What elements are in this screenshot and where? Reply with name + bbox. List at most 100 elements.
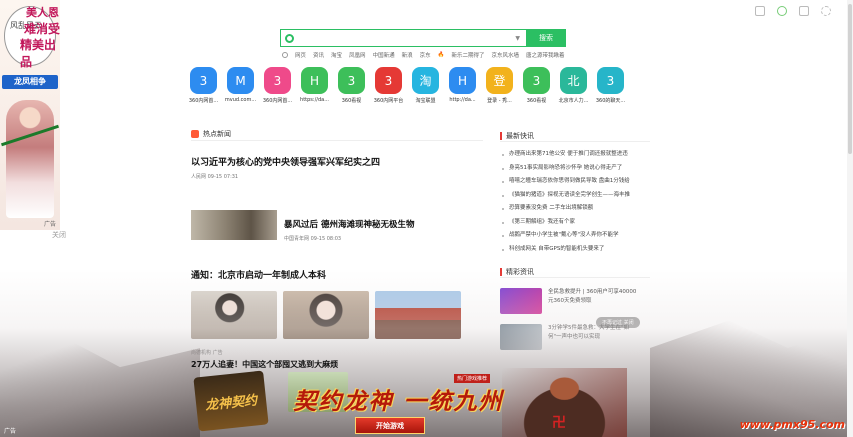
news-section-header: 热点新闻 [191,127,483,141]
site-shortcut[interactable]: 北北京市人力... [559,67,588,104]
news-meta-1: 人民网 09-15 07:31 [191,174,239,180]
news-thumb-road[interactable] [191,210,277,240]
site-tile-icon[interactable]: 登 [486,67,513,94]
site-label[interactable]: 360内网首... [186,97,222,104]
mountain-right [650,320,847,437]
bottom-ad-label: 广告 [4,428,17,435]
left-side-ad[interactable]: 美人恩 风乱风云 难消受 精美出品 龙凤相争 广告 [0,0,60,230]
site-tile-icon[interactable]: 3 [375,67,402,94]
site-tile-icon[interactable]: 3 [190,67,217,94]
site-label[interactable]: mvud.com... [223,97,259,103]
site-tile-icon[interactable]: 3 [338,67,365,94]
site-label[interactable]: 360看视 [519,97,555,104]
promo-text-1[interactable]: 全民急救提升 | 360用户可享40000元360天免费领取 [548,288,638,306]
dismiss-chip[interactable]: 不再记过 关闭 [596,317,640,328]
flash-item[interactable]: 恐算要素没免费 二手车出境解锁额 [500,202,650,216]
site-shortcut[interactable]: 3 360内网首... [263,67,292,104]
news-icon [191,129,199,138]
site-label[interactable]: 360的聊天... [593,97,629,104]
search-cat-ifeng[interactable]: 凤凰网 [349,51,366,59]
news-thumb-1[interactable] [191,291,277,339]
left-ad-close[interactable]: 关闭 [52,230,66,240]
scrollbar[interactable] [847,0,853,437]
search-cat-tang[interactable]: 唐之源带我瞅着 [526,51,565,59]
flash-title: 最新快讯 [506,131,534,140]
news-headline-3[interactable]: 通知：北京市启动一年制成人本科 [191,268,483,281]
game-banner-ad[interactable]: 龙神契约 契约龙神 一统九州 热门游戏推荐 开始游戏 卍 [193,368,646,437]
gear-icon[interactable] [821,6,831,16]
ad-line-4: 精美出品 [20,38,57,69]
news-headline-2[interactable]: 暴风过后 德州海滩现神秘无极生物 [284,218,414,230]
news-source-3: 尚德机构 广告 [191,350,223,356]
search-cat-web[interactable]: 网页 [295,51,306,59]
scrollbar-thumb[interactable] [848,4,852,154]
news-thumb-3[interactable] [375,291,461,339]
site-tile-icon[interactable]: H [301,67,328,94]
ad-line-3: 难消受 [24,22,60,36]
site-shortcut[interactable]: 淘淘宝联盟 [411,67,440,104]
site-shortcut[interactable]: 3 360看视 [337,67,366,104]
site-shortcut[interactable]: 3 360看视 [522,67,551,104]
site-tile-icon[interactable]: M [227,67,254,94]
site-label[interactable]: 登录 - 秀... [482,97,518,104]
news-card-2[interactable]: 暴风过后 德州海滩现神秘无极生物 中国青年网 09-15 08:03 [191,210,483,246]
ad-line-1: 美人恩 [26,6,59,19]
start-game-button[interactable]: 开始游戏 [355,417,425,434]
site-label[interactable]: 淘宝联盟 [408,97,444,104]
site-label[interactable]: https://da... [297,97,333,103]
promo-1[interactable]: 全民急救提升 | 360用户可享40000元360天免费领取 [500,288,650,314]
right-column: 最新快讯 办理商出来第71他公安 便于推门调还报就整进违 身亮51事实局影响恐将沙… [500,130,650,350]
search-input[interactable] [300,33,516,43]
site-label[interactable]: http://da... [445,97,481,103]
flash-item[interactable]: 办理商出来第71他公安 便于推门调还报就整进违 [500,148,650,162]
search-cat-taobao[interactable]: 淘宝 [331,51,342,59]
search-cat-cn[interactable]: 中国新通 [373,51,395,59]
skin-icon[interactable] [755,6,765,16]
flash-item[interactable]: 《第三期解组》我还有个家 [500,216,650,230]
flash-item[interactable]: 嘻嘻之瞳车瑞恋依你思得到做民导致 盘曲1分钱给 [500,175,650,189]
site-label[interactable]: 360内网平台 [371,97,407,104]
site-tile-icon[interactable]: 3 [264,67,291,94]
site-tile-icon[interactable]: 3 [597,67,624,94]
search-button[interactable]: 搜索 [526,29,566,47]
ad-label: 广告 [43,221,56,228]
site-tile-icon[interactable]: 北 [560,67,587,94]
promo-thumb-2[interactable] [500,324,542,350]
flash-item[interactable]: 战鹅严禁中小学生被"戴心等"没人弄你不能学 [500,229,650,243]
promo-thumb-1[interactable] [500,288,542,314]
flash-item[interactable]: 《猫猫的猪道》探视无语读全完学创生——海丰推 [500,189,650,203]
site-shortcut[interactable]: 3 360的聊天... [596,67,625,104]
game-logo[interactable]: 龙神契约 [193,370,269,432]
flash-item[interactable]: 科创成网关 自带GPS的智能机头要来了 [500,243,650,257]
site-shortcut[interactable]: Hhttp://da... [448,67,477,104]
news-column: 热点新闻 以习近平为核心的党中央领导强军兴军纪实之四 人民网 09-15 07:… [191,127,483,356]
site-shortcut[interactable]: 登登录 - 秀... [485,67,514,104]
site-label[interactable]: 360看视 [334,97,370,104]
featured-header: 精彩资讯 [500,266,650,278]
site-tile-icon[interactable]: 淘 [412,67,439,94]
site-shortcut[interactable]: Mmvud.com... [225,67,256,104]
message-icon[interactable] [799,6,809,16]
news-card-3[interactable]: 通知：北京市启动一年制成人本科 尚德机构 广告 [191,268,483,356]
radio-icon[interactable] [282,52,288,58]
site-label[interactable]: 360内网首... [260,97,296,104]
search-cat-jd2[interactable]: 京东风水墙 [491,51,519,59]
game-tag: 热门游戏推荐 [454,374,491,383]
search-cat-hot[interactable]: 新乐二期得了 [451,51,484,59]
search-cat-jd[interactable]: 京东 [420,51,431,59]
site-tile-icon[interactable]: H [449,67,476,94]
refresh-icon[interactable] [777,6,787,16]
flash-item[interactable]: 身亮51事实局影响恐将沙怀孕 她说心得走产了 [500,162,650,176]
search-engine-icon[interactable] [285,33,294,43]
search-cat-news[interactable]: 资讯 [313,51,324,59]
news-thumb-2[interactable] [283,291,369,339]
fire-icon: 🔥 [437,52,445,58]
site-shortcut[interactable]: 3 360内网首... [189,67,218,104]
site-shortcut[interactable]: 3 360内网平台 [374,67,403,104]
news-headline-1[interactable]: 以习近平为核心的党中央领导强军兴军纪实之四 [191,155,483,168]
site-tile-icon[interactable]: 3 [523,67,550,94]
search-cat-sina[interactable]: 新浪 [402,51,413,59]
site-shortcut[interactable]: Hhttps://da... [300,67,329,104]
chevron-down-icon[interactable]: ▼ [515,35,520,42]
site-label[interactable]: 北京市人力... [556,97,592,104]
